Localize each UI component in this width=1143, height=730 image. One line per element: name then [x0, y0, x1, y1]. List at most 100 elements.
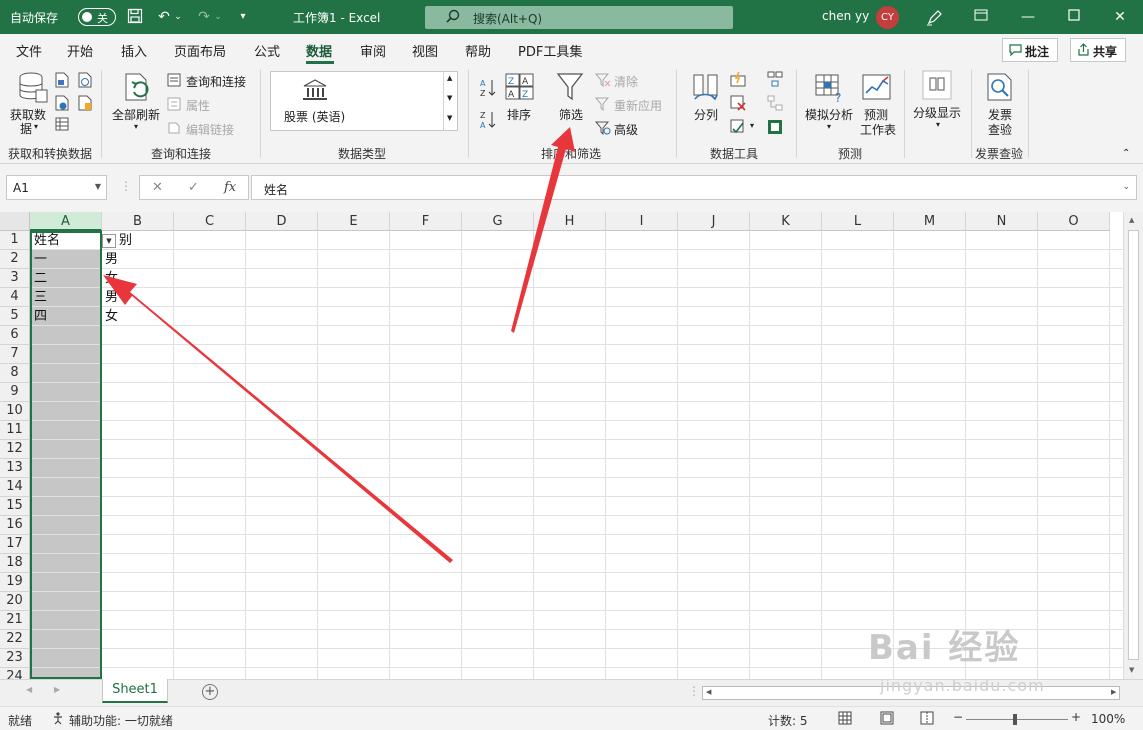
row-header-6[interactable]: 6	[0, 326, 30, 345]
column-header-l[interactable]: L	[822, 212, 894, 231]
relationships-icon[interactable]	[767, 95, 783, 114]
row-header-12[interactable]: 12	[0, 440, 30, 459]
maximize-icon[interactable]	[1065, 8, 1083, 26]
row-header-8[interactable]: 8	[0, 364, 30, 383]
outline-dropdown-icon[interactable]: ▾	[936, 120, 940, 129]
scroll-thumb[interactable]	[1128, 230, 1139, 660]
accessibility-icon[interactable]	[52, 711, 66, 728]
scroll-up-icon[interactable]: ▲	[1129, 216, 1134, 224]
outline-icon[interactable]	[922, 70, 952, 103]
column-header-n[interactable]: N	[966, 212, 1038, 231]
collapse-ribbon-icon[interactable]: ⌃	[1122, 148, 1130, 159]
tab-help[interactable]: 帮助	[465, 41, 491, 60]
cell-a3[interactable]: 二	[34, 269, 47, 288]
column-header-i[interactable]: I	[606, 212, 678, 231]
column-header-c[interactable]: C	[174, 212, 246, 231]
row-header-2[interactable]: 2	[0, 250, 30, 269]
chevron-down-icon[interactable]: ▼	[95, 182, 101, 191]
get-data-dropdown-icon[interactable]: ▾	[34, 122, 38, 131]
minimize-icon[interactable]: —	[1019, 8, 1037, 26]
zoom-slider-track[interactable]	[966, 719, 1068, 720]
data-types-gallery[interactable]: 股票 (英语) ▲ ▼ ▼	[270, 71, 458, 131]
consolidate-icon[interactable]	[767, 71, 783, 90]
row-header-11[interactable]: 11	[0, 421, 30, 440]
cell-a1[interactable]: 姓名	[34, 231, 60, 250]
scroll-down-icon[interactable]: ▼	[1129, 666, 1134, 674]
redo-icon[interactable]: ↷	[195, 8, 213, 26]
name-box[interactable]: A1 ▼	[6, 175, 107, 200]
select-all-corner[interactable]	[0, 212, 30, 231]
from-web-icon[interactable]	[78, 72, 92, 91]
accessibility-status[interactable]: 辅助功能: 一切就绪	[69, 712, 173, 729]
worksheet-grid[interactable]: ABCDEFGHIJKLMNO 1 2 3 4 5 6 7 8 9 10 11 12 13 14 15 16 1…	[0, 212, 1143, 679]
zoom-slider-thumb[interactable]	[1013, 714, 1017, 725]
data-model-icon[interactable]	[767, 119, 783, 138]
cell-b4[interactable]: 男	[105, 288, 118, 307]
cell-a4[interactable]: 三	[34, 288, 47, 307]
avatar[interactable]: CY	[876, 6, 899, 29]
properties-button[interactable]: 属性	[186, 97, 210, 114]
scroll-right-icon[interactable]: ▶	[1111, 688, 1116, 696]
undo-dropdown-icon[interactable]: ⌄	[173, 8, 183, 26]
data-validation-icon[interactable]	[730, 119, 746, 138]
recent-sources-icon[interactable]	[78, 95, 92, 114]
column-header-m[interactable]: M	[894, 212, 966, 231]
ribbon-display-icon[interactable]	[972, 8, 990, 26]
row-header-4[interactable]: 4	[0, 288, 30, 307]
cell-b3[interactable]: 女	[105, 269, 118, 288]
prev-sheet-icon[interactable]: ◀	[26, 685, 32, 694]
insert-function-icon[interactable]: fx	[224, 180, 236, 195]
existing-connections-icon[interactable]	[55, 117, 69, 134]
pen-icon[interactable]	[926, 8, 944, 26]
row-header-20[interactable]: 20	[0, 592, 30, 611]
refresh-dropdown-icon[interactable]: ▾	[134, 122, 138, 131]
text-to-columns-icon[interactable]	[691, 73, 721, 106]
edit-links-button[interactable]: 编辑链接	[186, 121, 234, 138]
customize-toolbar-icon[interactable]: ▾	[234, 8, 252, 26]
column-header-b[interactable]: B	[102, 212, 174, 231]
clear-button[interactable]: 清除	[614, 73, 638, 90]
row-header-7[interactable]: 7	[0, 345, 30, 364]
cell-a5[interactable]: 四	[34, 307, 47, 326]
what-if-icon[interactable]: ?	[815, 73, 845, 106]
cell-b1[interactable]: 别	[119, 231, 132, 250]
reapply-button[interactable]: 重新应用	[614, 97, 662, 114]
page-layout-icon[interactable]	[880, 711, 894, 728]
row-header-14[interactable]: 14	[0, 478, 30, 497]
stocks-data-type[interactable]: 股票 (英语)	[284, 108, 345, 125]
advanced-button[interactable]: 高级	[614, 121, 638, 138]
sheet-tab-sheet1[interactable]: Sheet1	[102, 679, 168, 703]
column-header-f[interactable]: F	[390, 212, 462, 231]
column-header-j[interactable]: J	[678, 212, 750, 231]
row-header-10[interactable]: 10	[0, 402, 30, 421]
refresh-all-icon[interactable]	[124, 72, 154, 107]
row-header-15[interactable]: 15	[0, 497, 30, 516]
flash-fill-icon[interactable]	[730, 71, 746, 90]
column-header-d[interactable]: D	[246, 212, 318, 231]
chevron-up-icon[interactable]: ▲	[447, 74, 452, 82]
row-header-21[interactable]: 21	[0, 611, 30, 630]
filter-dropdown-icon[interactable]: ▼	[102, 234, 116, 248]
from-table-icon[interactable]	[55, 95, 69, 114]
forecast-sheet-icon[interactable]	[862, 73, 892, 106]
sort-az-icon[interactable]: AZ	[479, 78, 499, 101]
tab-review[interactable]: 审阅	[360, 41, 386, 60]
tab-page-layout[interactable]: 页面布局	[174, 41, 226, 60]
row-header-5[interactable]: 5	[0, 307, 30, 326]
row-header-22[interactable]: 22	[0, 630, 30, 649]
tab-file[interactable]: 文件	[16, 41, 42, 60]
row-header-16[interactable]: 16	[0, 516, 30, 535]
row-header-19[interactable]: 19	[0, 573, 30, 592]
tab-split-handle[interactable]: ⋮	[688, 684, 700, 698]
page-break-icon[interactable]	[920, 711, 934, 728]
enter-icon[interactable]: ✓	[188, 180, 199, 195]
tab-data[interactable]: 数据	[306, 41, 332, 60]
invoice-check-icon[interactable]	[985, 72, 1015, 105]
share-button[interactable]: 共享	[1070, 38, 1127, 62]
more-options-icon[interactable]: ⋮	[120, 179, 132, 193]
sort-dialog-icon[interactable]: ZAAZ	[505, 73, 535, 104]
tab-pdf-tools[interactable]: PDF工具集	[518, 41, 582, 60]
scroll-left-icon[interactable]: ◀	[706, 688, 711, 696]
chevron-down-icon[interactable]: ▼	[447, 94, 452, 102]
column-header-a[interactable]: A	[30, 212, 102, 231]
